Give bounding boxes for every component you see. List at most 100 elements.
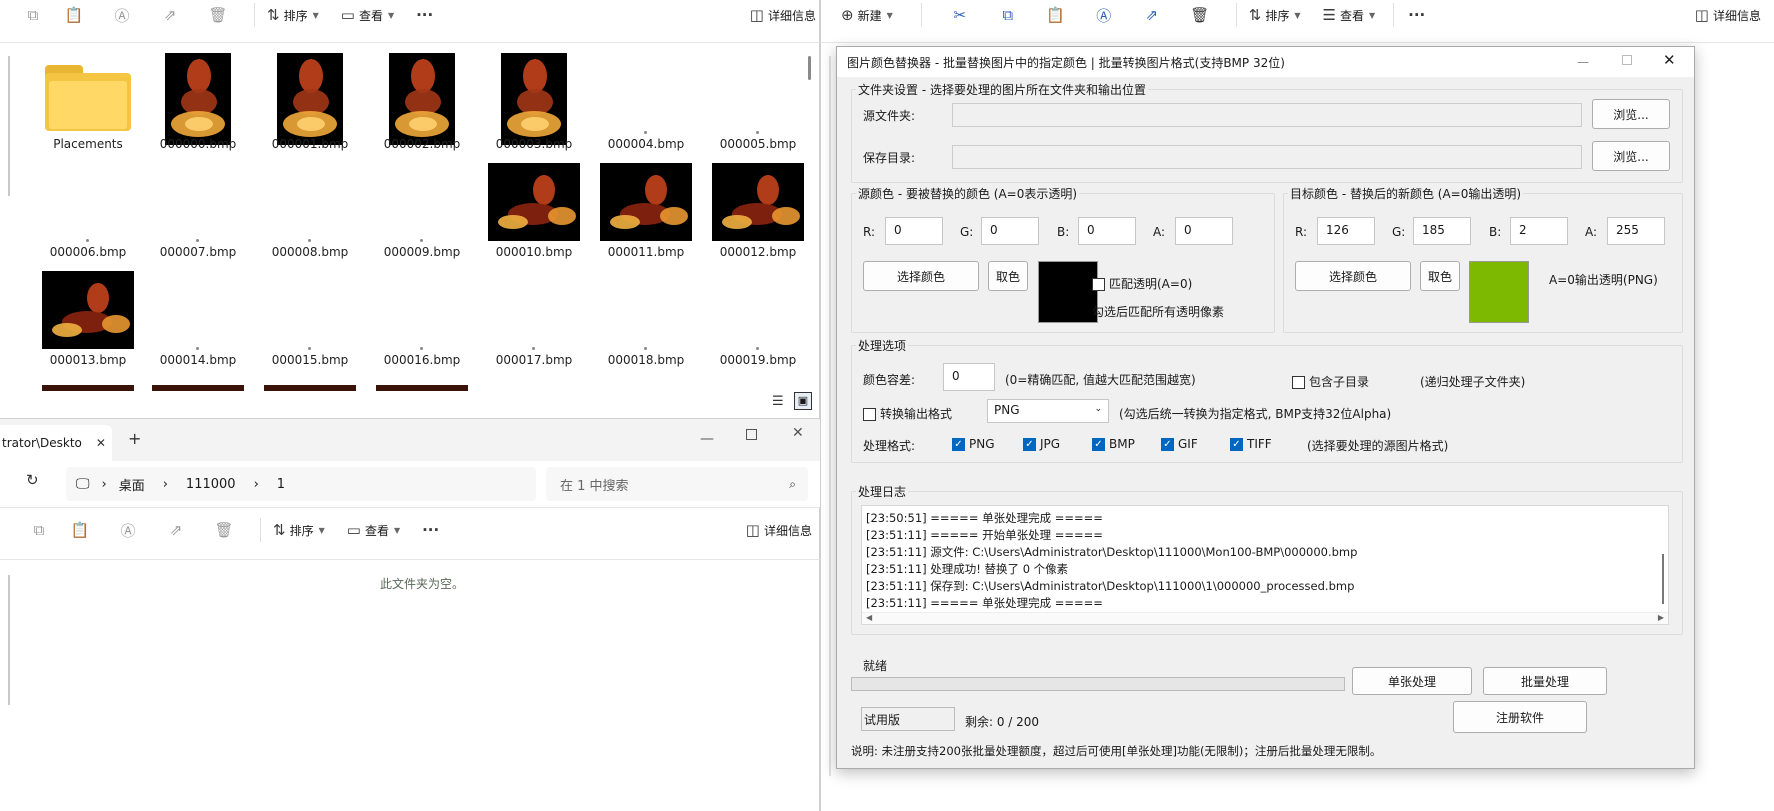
- file-item[interactable]: 000016.bmp: [367, 263, 477, 371]
- more-button[interactable]: ···: [416, 6, 433, 24]
- sort-button[interactable]: ⇅ 排序 ▼: [1249, 6, 1301, 24]
- file-item[interactable]: 000013.bmp: [33, 263, 143, 371]
- format-png-checkbox[interactable]: ✓ PNG: [952, 437, 995, 451]
- batch-process-button[interactable]: 批量处理: [1483, 667, 1607, 695]
- copy-icon[interactable]: ⧉: [16, 6, 50, 24]
- target-pick-color-button[interactable]: 选择颜色: [1295, 261, 1411, 291]
- scroll-left-icon[interactable]: ◀: [866, 613, 872, 622]
- file-item[interactable]: 000002.bmp: [367, 47, 477, 155]
- view-button[interactable]: ▭ 查看 ▼: [347, 521, 400, 539]
- file-item[interactable]: 000000.bmp: [143, 47, 253, 155]
- address-bar[interactable]: 🖵 › 桌面 › 111000 › 1: [66, 467, 536, 501]
- checkbox-box[interactable]: [863, 408, 876, 421]
- include-subdirs-checkbox[interactable]: 包含子目录: [1292, 373, 1369, 390]
- tile-view-icon[interactable]: ▣: [794, 392, 812, 410]
- file-item[interactable]: 000019.bmp: [703, 263, 810, 371]
- source-g-input[interactable]: 0: [981, 217, 1039, 245]
- refresh-icon[interactable]: ↻: [26, 471, 39, 489]
- file-item[interactable]: 000001.bmp: [255, 47, 365, 155]
- sort-button[interactable]: ⇅ 排序 ▼: [273, 521, 325, 539]
- more-button[interactable]: ···: [1408, 6, 1425, 24]
- source-pick-color-button[interactable]: 选择颜色: [863, 261, 979, 291]
- sort-button[interactable]: ⇅ 排序 ▼: [267, 6, 319, 24]
- file-item[interactable]: 000014.bmp: [143, 263, 253, 371]
- source-r-input[interactable]: 0: [885, 217, 943, 245]
- right-scroll-track[interactable]: [829, 56, 831, 776]
- check-icon[interactable]: ✓: [1161, 438, 1174, 451]
- file-item[interactable]: 000015.bmp: [255, 263, 365, 371]
- paste-icon[interactable]: 📋: [56, 521, 104, 539]
- log-textbox[interactable]: [23:50:51] ===== 单张处理完成 ===== [23:51:11] …: [861, 505, 1669, 625]
- new-tab-button[interactable]: +: [128, 429, 141, 448]
- format-jpg-checkbox[interactable]: ✓ JPG: [1023, 437, 1060, 451]
- minimize-icon[interactable]: —: [700, 431, 714, 447]
- close-window-icon[interactable]: ✕: [792, 425, 804, 441]
- file-item[interactable]: 000008.bmp: [255, 155, 365, 263]
- scroll-right-icon[interactable]: ▶: [1658, 613, 1664, 622]
- details-pane-button[interactable]: ◫ 详细信息: [1695, 6, 1761, 24]
- share-icon[interactable]: ⇗: [1128, 6, 1176, 24]
- output-folder-input[interactable]: [952, 145, 1582, 169]
- rename-icon[interactable]: Ⓐ: [104, 520, 152, 541]
- source-a-input[interactable]: 0: [1175, 217, 1233, 245]
- new-button[interactable]: ⊕ 新建 ▼: [841, 6, 893, 24]
- convert-format-checkbox[interactable]: 转换输出格式: [863, 405, 952, 422]
- log-hscroll-track[interactable]: ◀ ▶: [862, 612, 1668, 624]
- checkbox-box[interactable]: [1092, 278, 1105, 291]
- tab-active[interactable]: trator\Deskto ✕: [0, 425, 112, 461]
- breadcrumb-111000[interactable]: 111000: [186, 477, 236, 492]
- folder-item[interactable]: Placements: [33, 47, 143, 155]
- file-item[interactable]: 000004.bmp: [591, 47, 701, 155]
- details-pane-button[interactable]: ◫ 详细信息: [746, 521, 812, 539]
- delete-icon[interactable]: 🗑: [200, 521, 248, 539]
- details-pane-button[interactable]: ◫ 详细信息: [750, 6, 816, 24]
- paste-icon[interactable]: 📋: [50, 6, 98, 24]
- rename-icon[interactable]: Ⓐ: [98, 5, 146, 26]
- format-tiff-checkbox[interactable]: ✓ TIFF: [1230, 437, 1272, 451]
- source-browse-button[interactable]: 浏览...: [1592, 99, 1670, 129]
- file-item[interactable]: 000005.bmp: [703, 47, 810, 155]
- left-scroll-track[interactable]: [8, 56, 10, 196]
- log-vscroll-thumb[interactable]: [1662, 554, 1664, 604]
- format-bmp-checkbox[interactable]: ✓ BMP: [1092, 437, 1135, 451]
- rename-icon[interactable]: Ⓐ: [1080, 5, 1128, 26]
- check-icon[interactable]: ✓: [952, 438, 965, 451]
- copy-icon[interactable]: ⧉: [984, 6, 1032, 24]
- copy-icon[interactable]: ⧉: [22, 521, 56, 539]
- left-scroll-track[interactable]: [8, 575, 10, 705]
- single-process-button[interactable]: 单张处理: [1352, 667, 1472, 695]
- more-button[interactable]: ···: [422, 521, 439, 539]
- output-browse-button[interactable]: 浏览...: [1592, 141, 1670, 171]
- target-r-input[interactable]: 126: [1317, 217, 1375, 245]
- target-a-input[interactable]: 255: [1607, 217, 1665, 245]
- target-g-input[interactable]: 185: [1413, 217, 1471, 245]
- delete-icon[interactable]: 🗑: [194, 6, 242, 24]
- search-box[interactable]: 在 1 中搜索 ⌕: [546, 467, 808, 501]
- check-icon[interactable]: ✓: [1230, 438, 1243, 451]
- breadcrumb-1[interactable]: 1: [277, 477, 285, 492]
- file-item[interactable]: 000012.bmp: [703, 155, 810, 263]
- file-item[interactable]: 000006.bmp: [33, 155, 143, 263]
- check-icon[interactable]: ✓: [1023, 438, 1036, 451]
- source-eyedropper-button[interactable]: 取色: [988, 261, 1028, 291]
- format-gif-checkbox[interactable]: ✓ GIF: [1161, 437, 1198, 451]
- file-item[interactable]: 000018.bmp: [591, 263, 701, 371]
- file-item[interactable]: 000009.bmp: [367, 155, 477, 263]
- cut-icon[interactable]: ✂: [936, 6, 984, 24]
- checkbox-box[interactable]: [1292, 376, 1305, 389]
- target-b-input[interactable]: 2: [1510, 217, 1568, 245]
- file-item[interactable]: 000007.bmp: [143, 155, 253, 263]
- close-window-icon[interactable]: ✕: [1663, 51, 1676, 69]
- file-item[interactable]: 000010.bmp: [479, 155, 589, 263]
- check-icon[interactable]: ✓: [1092, 438, 1105, 451]
- view-button[interactable]: ☰ 查看 ▼: [1323, 6, 1376, 24]
- file-item[interactable]: 000003.bmp: [479, 47, 589, 155]
- close-tab-icon[interactable]: ✕: [96, 436, 106, 450]
- file-item[interactable]: 000017.bmp: [479, 263, 589, 371]
- tolerance-input[interactable]: 0: [943, 363, 995, 391]
- output-format-select[interactable]: PNG ⌄: [987, 399, 1109, 423]
- vertical-scrollbar[interactable]: [808, 56, 811, 80]
- share-icon[interactable]: ⇗: [152, 521, 200, 539]
- target-eyedropper-button[interactable]: 取色: [1420, 261, 1460, 291]
- file-item[interactable]: 000011.bmp: [591, 155, 701, 263]
